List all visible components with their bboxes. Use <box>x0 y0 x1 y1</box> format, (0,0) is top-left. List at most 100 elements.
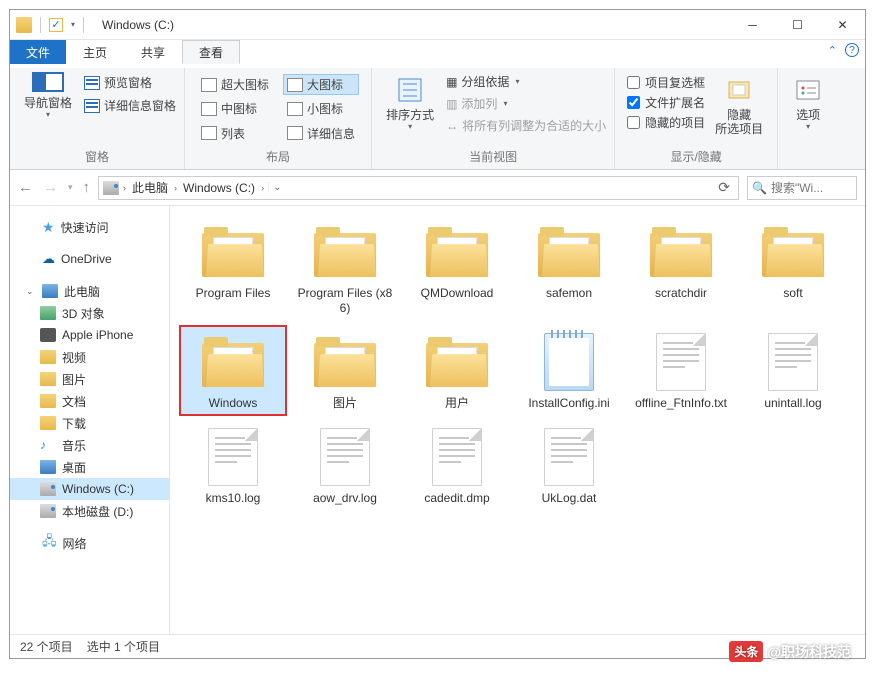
breadcrumb-drive[interactable]: Windows (C:) <box>181 181 257 195</box>
layout-small-button[interactable]: 小图标 <box>283 98 359 119</box>
tree-3d-objects[interactable]: 3D 对象 <box>10 302 169 324</box>
tree-drive-d[interactable]: 本地磁盘 (D:) <box>10 500 169 522</box>
layout-list-button[interactable]: 列表 <box>197 123 273 144</box>
file-item[interactable]: UkLog.dat <box>516 421 622 510</box>
tree-videos[interactable]: 视频 <box>10 346 169 368</box>
file-name: 用户 <box>445 396 469 411</box>
phone-icon <box>40 328 56 342</box>
tree-network[interactable]: 🖧网络 <box>10 532 169 554</box>
ribbon-group-options: 选项 ▾ <box>778 68 838 169</box>
file-item[interactable]: Program Files <box>180 216 286 320</box>
file-item[interactable]: Program Files (x86) <box>292 216 398 320</box>
tree-quick-access[interactable]: ★快速访问 <box>10 216 169 238</box>
chevron-right-icon[interactable]: › <box>123 183 126 193</box>
address-dropdown-icon[interactable]: ⌄ <box>268 182 285 193</box>
file-item[interactable]: InstallConfig.ini <box>516 326 622 415</box>
folder-icon <box>40 416 56 430</box>
group-by-button[interactable]: ▦分组依据▾ <box>446 72 606 91</box>
preview-pane-button[interactable]: 预览窗格 <box>84 74 176 91</box>
tree-pictures[interactable]: 图片 <box>10 368 169 390</box>
file-name: UkLog.dat <box>542 491 597 506</box>
app-icon <box>16 17 32 33</box>
tree-drive-c[interactable]: Windows (C:) <box>10 478 169 500</box>
search-input[interactable]: 🔍 搜索"Wi... <box>747 176 857 200</box>
up-button[interactable]: ↑ <box>83 179 91 196</box>
file-item[interactable]: unintall.log <box>740 326 846 415</box>
file-icon <box>197 425 269 489</box>
close-button[interactable]: ✕ <box>820 10 865 40</box>
file-name: scratchdir <box>655 286 707 301</box>
layout-details-button[interactable]: 详细信息 <box>283 123 359 144</box>
details-pane-button[interactable]: 详细信息窗格 <box>84 97 176 114</box>
file-item[interactable]: safemon <box>516 216 622 320</box>
file-item[interactable]: cadedit.dmp <box>404 421 510 510</box>
options-button[interactable]: 选项 ▾ <box>786 72 830 149</box>
tab-share[interactable]: 共享 <box>124 40 182 64</box>
forward-button[interactable]: → <box>43 179 58 196</box>
refresh-icon[interactable]: ⟳ <box>714 179 734 196</box>
tree-this-pc[interactable]: ⌄此电脑 <box>10 280 169 302</box>
tab-file[interactable]: 文件 <box>10 40 66 64</box>
file-name: offline_FtnInfo.txt <box>635 396 727 411</box>
group-icon: ▦ <box>446 75 457 89</box>
columns-icon: ▥ <box>446 97 457 111</box>
file-icon <box>533 330 605 394</box>
ribbon-group-layout: 超大图标 大图标 中图标 小图标 列表 详细信息 布局 <box>185 68 372 169</box>
layout-extra-large-button[interactable]: 超大图标 <box>197 74 273 95</box>
file-item[interactable]: scratchdir <box>628 216 734 320</box>
quick-access-toolbar: ✓ ▾ <box>10 17 90 33</box>
tree-onedrive[interactable]: ☁OneDrive <box>10 248 169 270</box>
qat-dropdown-icon[interactable]: ▾ <box>71 20 75 29</box>
collapse-ribbon-icon[interactable]: ⌃ <box>828 44 837 57</box>
back-button[interactable]: ← <box>18 179 33 196</box>
layout-medium-button[interactable]: 中图标 <box>197 98 273 119</box>
hide-selected-button[interactable]: 隐藏 所选项目 <box>709 72 769 146</box>
file-item[interactable]: QMDownload <box>404 216 510 320</box>
chevron-right-icon[interactable]: › <box>174 183 177 193</box>
file-name: kms10.log <box>206 491 261 506</box>
file-item[interactable]: 图片 <box>292 326 398 415</box>
file-item[interactable]: aow_drv.log <box>292 421 398 510</box>
minimize-button[interactable]: ─ <box>730 10 775 40</box>
address-bar[interactable]: › 此电脑 › Windows (C:) › ⌄ ⟳ <box>98 176 739 200</box>
maximize-button[interactable]: ☐ <box>775 10 820 40</box>
tree-music[interactable]: ♪音乐 <box>10 434 169 456</box>
file-item[interactable]: offline_FtnInfo.txt <box>628 326 734 415</box>
desktop-icon <box>40 460 56 474</box>
file-item[interactable]: Windows <box>180 326 286 415</box>
sort-button[interactable]: 排序方式 ▾ <box>380 72 440 146</box>
file-icon <box>645 330 717 394</box>
recent-dropdown-icon[interactable]: ▾ <box>68 182 73 193</box>
file-icon <box>421 425 493 489</box>
item-checkboxes-toggle[interactable]: 项目复选框 <box>627 74 705 91</box>
cloud-icon: ☁ <box>42 251 55 267</box>
folder-icon <box>309 220 381 284</box>
file-name: soft <box>783 286 802 301</box>
ribbon-tabs: 文件 主页 共享 查看 ⌃ ? <box>10 40 865 68</box>
tab-home[interactable]: 主页 <box>66 40 124 64</box>
breadcrumb-root[interactable]: 此电脑 <box>130 179 170 196</box>
file-item[interactable]: soft <box>740 216 846 320</box>
file-item[interactable]: 用户 <box>404 326 510 415</box>
layout-large-button[interactable]: 大图标 <box>283 74 359 95</box>
file-item[interactable]: kms10.log <box>180 421 286 510</box>
hidden-items-toggle[interactable]: 隐藏的项目 <box>627 114 705 131</box>
properties-qat-icon[interactable]: ✓ <box>49 18 63 32</box>
add-columns-button[interactable]: ▥添加列▾ <box>446 94 606 113</box>
ribbon-group-current-view: 排序方式 ▾ ▦分组依据▾ ▥添加列▾ ↔将所有列调整为合适的大小 当前视图 <box>372 68 615 169</box>
tree-documents[interactable]: 文档 <box>10 390 169 412</box>
drive-icon <box>40 482 56 496</box>
file-list[interactable]: Program FilesProgram Files (x86)QMDownlo… <box>170 206 865 634</box>
drive-icon <box>103 181 119 195</box>
help-icon[interactable]: ? <box>845 43 859 57</box>
tree-desktop[interactable]: 桌面 <box>10 456 169 478</box>
file-extensions-toggle[interactable]: 文件扩展名 <box>627 94 705 111</box>
chevron-right-icon[interactable]: › <box>261 183 264 193</box>
tab-view[interactable]: 查看 <box>182 40 240 64</box>
size-columns-button[interactable]: ↔将所有列调整为合适的大小 <box>446 116 606 135</box>
tree-iphone[interactable]: Apple iPhone <box>10 324 169 346</box>
folder-icon <box>40 306 56 320</box>
tree-downloads[interactable]: 下载 <box>10 412 169 434</box>
nav-pane-button[interactable]: 导航窗格 ▾ <box>18 72 78 146</box>
folder-icon <box>645 220 717 284</box>
